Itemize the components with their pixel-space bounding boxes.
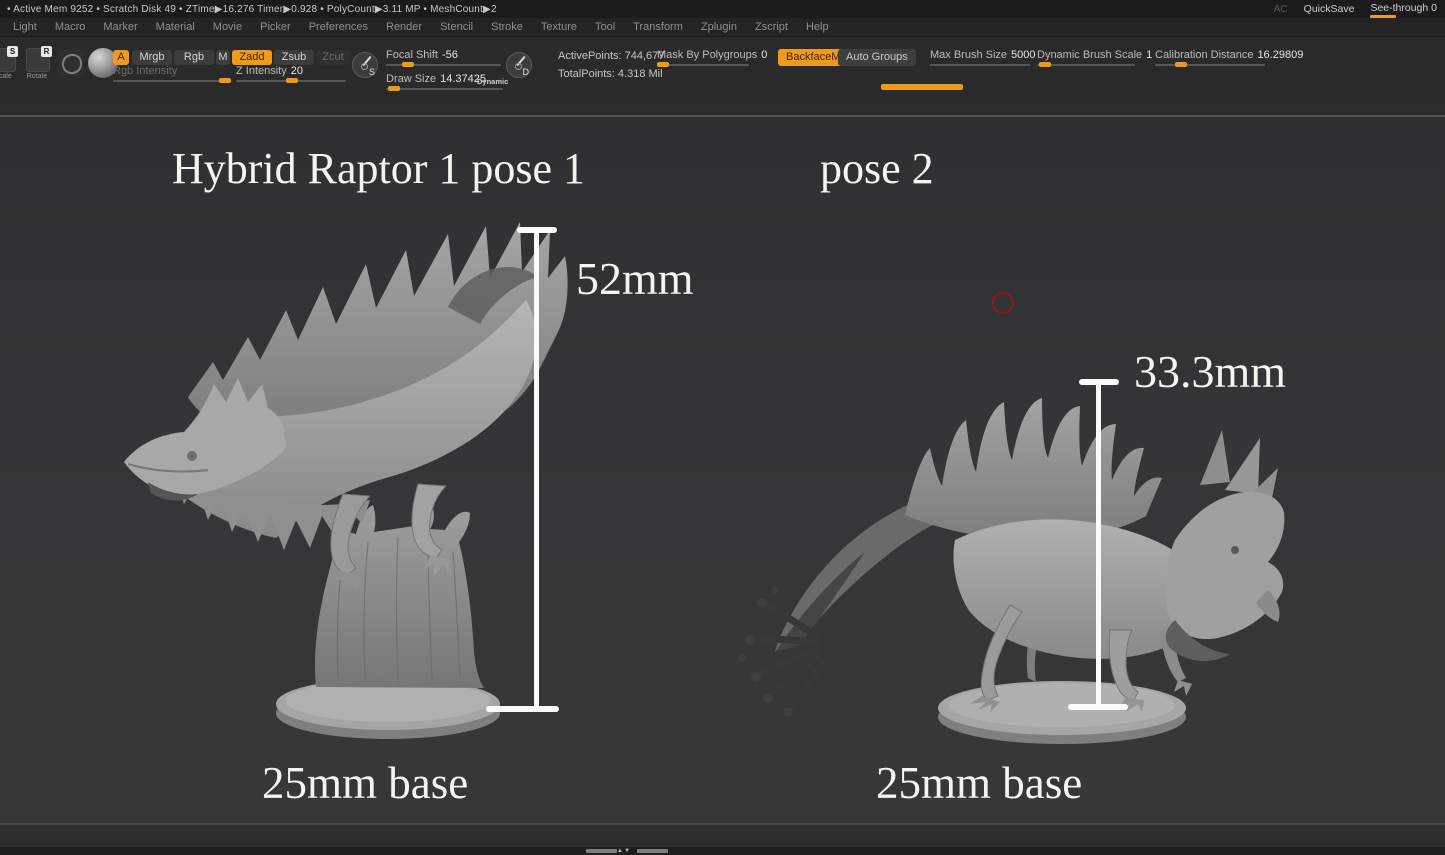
- pose2-raptor-model: [730, 390, 1290, 755]
- auto-groups-button[interactable]: Auto Groups: [838, 49, 916, 66]
- tray-up-arrow-icon: ▲: [617, 848, 624, 854]
- active-points-readout: ActivePoints: 744,677: [558, 50, 664, 62]
- toolbar-lower-strip: [0, 105, 1445, 117]
- pose1-raptor-model: [118, 212, 578, 752]
- status-bar: • Active Mem 9252 • Scratch Disk 49 • ZT…: [0, 0, 1445, 18]
- top-shelf-toolbar: S Scale R Rotate A Mrgb Rgb M Zadd Zsub …: [0, 37, 1445, 105]
- draw-size-nub[interactable]: [388, 86, 400, 91]
- z-intensity-slider[interactable]: Z Intensity20: [236, 65, 346, 82]
- m-button[interactable]: M: [216, 50, 230, 65]
- brush-stroke-s-icon[interactable]: S: [352, 52, 378, 78]
- menu-tool[interactable]: Tool: [586, 21, 624, 33]
- mrgb-button[interactable]: Mrgb: [132, 50, 172, 65]
- calibration-distance-nub[interactable]: [1175, 62, 1187, 67]
- tray-toggle-arrows[interactable]: ▲▼: [617, 847, 631, 855]
- document-canvas[interactable]: Hybrid Raptor 1 pose 1 pose 2 52mm 33.3m…: [0, 117, 1445, 823]
- pose1-height-label: 52mm: [576, 252, 694, 305]
- total-points-readout: TotalPoints: 4.318 Mil: [558, 68, 663, 80]
- ac-label: AC: [1274, 4, 1288, 15]
- zcut-button[interactable]: Zcut: [316, 50, 350, 65]
- menu-marker[interactable]: Marker: [94, 21, 146, 33]
- shelf-progress-indicator: [881, 84, 963, 90]
- mask-by-polygroups-nub[interactable]: [657, 62, 669, 67]
- tray-divider-handle-left[interactable]: [586, 849, 617, 853]
- menu-light[interactable]: Light: [4, 21, 46, 33]
- pose2-height-label: 33.3mm: [1134, 345, 1286, 398]
- menu-stroke[interactable]: Stroke: [482, 21, 532, 33]
- canvas-lower-strip: [0, 823, 1445, 847]
- stroke-circle-glyph: [62, 54, 82, 74]
- rgb-intensity-nub[interactable]: [219, 78, 231, 83]
- zadd-button[interactable]: Zadd: [232, 50, 272, 65]
- zsub-button[interactable]: Zsub: [274, 50, 314, 65]
- menu-material[interactable]: Material: [147, 21, 204, 33]
- menu-zscript[interactable]: Zscript: [746, 21, 797, 33]
- menu-bar: Light Macro Marker Material Movie Picker…: [0, 18, 1445, 37]
- menu-help[interactable]: Help: [797, 21, 838, 33]
- dial-dot-glyph: [361, 63, 368, 70]
- tray-down-arrow-icon: ▼: [624, 848, 631, 854]
- pose2-measure-line: [1096, 383, 1101, 709]
- menu-macro[interactable]: Macro: [46, 21, 95, 33]
- see-through-slider[interactable]: See-through 0: [1370, 2, 1437, 16]
- calibration-distance-slider[interactable]: Calibration Distance16.29809: [1155, 49, 1265, 66]
- pose1-base-label: 25mm base: [262, 757, 468, 809]
- bottom-tray-bar: ▲▼: [0, 847, 1445, 855]
- pose1-measure-bottom-cap: [486, 706, 559, 712]
- scale-label: Scale: [0, 73, 21, 80]
- pose2-measure-bottom-cap: [1068, 704, 1128, 710]
- rotate-label: Rotate: [19, 73, 55, 80]
- menu-stencil[interactable]: Stencil: [431, 21, 482, 33]
- z-intensity-nub[interactable]: [286, 78, 298, 83]
- rgb-button[interactable]: Rgb: [174, 50, 214, 65]
- dynamic-mode-label[interactable]: Dynamic: [477, 77, 508, 86]
- menu-render[interactable]: Render: [377, 21, 431, 33]
- focal-shift-nub[interactable]: [402, 62, 414, 67]
- dynamic-brush-scale-slider[interactable]: Dynamic Brush Scale1: [1037, 49, 1135, 66]
- scale-icon[interactable]: S: [0, 48, 16, 72]
- pose1-measure-line: [534, 231, 539, 711]
- rotate-icon[interactable]: R: [26, 48, 50, 72]
- mask-by-polygroups-slider[interactable]: Mask By Polygroups0: [657, 49, 749, 66]
- menu-movie[interactable]: Movie: [204, 21, 251, 33]
- menu-zplugin[interactable]: Zplugin: [692, 21, 746, 33]
- menu-preferences[interactable]: Preferences: [300, 21, 377, 33]
- max-brush-size-slider[interactable]: Max Brush Size5000: [930, 49, 1030, 66]
- status-bar-right: AC QuickSave See-through 0: [1274, 0, 1437, 18]
- menu-picker[interactable]: Picker: [251, 21, 300, 33]
- tray-divider-handle-right[interactable]: [637, 849, 668, 853]
- pose1-title: Hybrid Raptor 1 pose 1: [172, 143, 585, 194]
- brush-cursor-marker: [992, 292, 1014, 314]
- quicksave-button[interactable]: QuickSave: [1304, 3, 1355, 15]
- anchor-a-button[interactable]: A: [113, 50, 129, 65]
- dial-dot-glyph: [515, 63, 522, 70]
- dynamic-brush-scale-nub[interactable]: [1039, 62, 1051, 67]
- stroke-picker-icon[interactable]: [58, 50, 84, 76]
- brush-stroke-d-icon[interactable]: D: [506, 52, 532, 78]
- focal-shift-slider[interactable]: Focal Shift-56: [386, 49, 501, 66]
- pose2-title: pose 2: [820, 143, 934, 194]
- memory-stats-text: • Active Mem 9252 • Scratch Disk 49 • ZT…: [7, 4, 497, 15]
- rgb-intensity-slider[interactable]: Rgb Intensity: [113, 65, 231, 82]
- menu-transform[interactable]: Transform: [624, 21, 692, 33]
- menu-texture[interactable]: Texture: [532, 21, 586, 33]
- pose2-base-label: 25mm base: [876, 757, 1082, 809]
